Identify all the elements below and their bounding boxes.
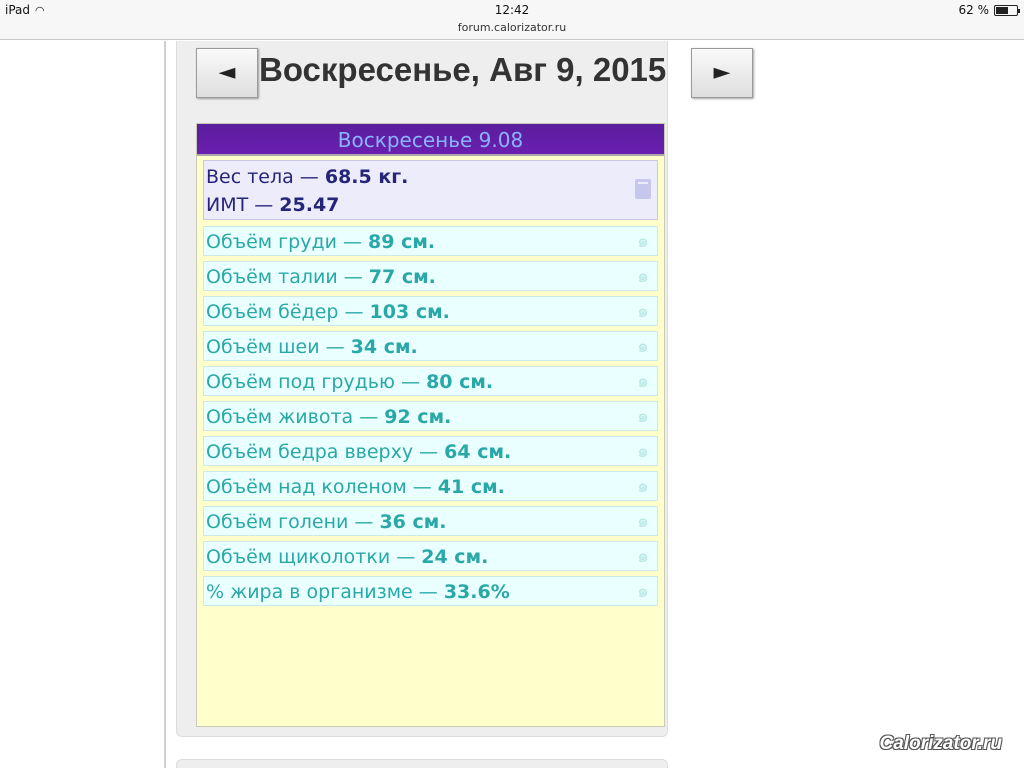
measurement-value: 36 см. bbox=[379, 511, 447, 533]
status-right: 62 % bbox=[958, 3, 1020, 17]
bmi-line: ИМТ — 25.47 bbox=[206, 191, 657, 219]
url-text: forum.calorizator.ru bbox=[457, 21, 567, 34]
left-column bbox=[0, 41, 166, 768]
measurement-value: 24 см. bbox=[421, 546, 489, 568]
measurement-label: Объём под грудью — bbox=[206, 371, 427, 393]
tape-measure-icon: ๑ bbox=[637, 406, 649, 427]
measurement-row[interactable]: Объём талии — 77 см. ๑ bbox=[203, 261, 658, 291]
weight-entry[interactable]: Вес тела — 68.5 кг. ИМТ — 25.47 bbox=[203, 160, 658, 220]
measurement-label: Объём щиколотки — bbox=[206, 546, 422, 568]
tape-measure-icon: ๑ bbox=[637, 336, 649, 357]
prev-day-button[interactable]: ◄ bbox=[196, 48, 258, 98]
tape-measure-icon: ๑ bbox=[637, 441, 649, 462]
clock: 12:42 bbox=[494, 3, 530, 17]
tape-measure-icon: ๑ bbox=[637, 371, 649, 392]
measurement-row[interactable]: Объём бедра вверху — 64 см. ๑ bbox=[203, 436, 658, 466]
tape-measure-icon: ๑ bbox=[637, 266, 649, 287]
calendar-panel: ◄ Воскресенье, Авг 9, 2015 ► Воскресенье… bbox=[176, 41, 753, 737]
watermark-logo: Calorizator.ru bbox=[879, 733, 1002, 754]
tape-measure-icon: ๑ bbox=[637, 511, 649, 532]
battery-icon bbox=[994, 4, 1020, 16]
measurement-row[interactable]: Объём бёдер — 103 см. ๑ bbox=[203, 296, 658, 326]
measurement-label: Объём бёдер — bbox=[206, 301, 370, 323]
tape-measure-icon: ๑ bbox=[637, 301, 649, 322]
weight-value: 68.5 кг. bbox=[324, 166, 409, 188]
battery-percent: 62 % bbox=[958, 3, 990, 17]
status-bar: iPad ◠ 12:42 62 % bbox=[0, 0, 1024, 20]
scale-icon bbox=[635, 179, 651, 199]
measurement-label: Объём живота — bbox=[206, 406, 385, 428]
address-bar[interactable]: forum.calorizator.ru bbox=[0, 20, 1024, 40]
measurement-value: 34 см. bbox=[350, 336, 418, 358]
measurement-value: 103 см. bbox=[369, 301, 450, 323]
measurement-value: 33.6% bbox=[443, 581, 510, 603]
date-title: Воскресенье, Авг 9, 2015 bbox=[259, 51, 667, 88]
measurement-label: Объём груди — bbox=[206, 231, 369, 253]
measurement-value: 92 см. bbox=[384, 406, 452, 428]
measurement-row[interactable]: Объём над коленом — 41 см. ๑ bbox=[203, 471, 658, 501]
measurement-label: Объём над коленом — bbox=[206, 476, 438, 498]
bmi-label: ИМТ — bbox=[206, 194, 280, 216]
measurement-row[interactable]: Объём груди — 89 см. ๑ bbox=[203, 226, 658, 256]
weight-line: Вес тела — 68.5 кг. bbox=[206, 163, 657, 191]
measurement-value: 80 см. bbox=[426, 371, 494, 393]
tape-measure-icon: ๑ bbox=[637, 231, 649, 252]
measurement-row[interactable]: % жира в организме — 33.6% ๑ bbox=[203, 576, 658, 606]
measurement-label: % жира в организме — bbox=[206, 581, 444, 603]
weight-label: Вес тела — bbox=[206, 166, 325, 188]
tape-measure-icon: ๑ bbox=[637, 546, 649, 567]
measurement-row[interactable]: Объём щиколотки — 24 см. ๑ bbox=[203, 541, 658, 571]
battery-level bbox=[996, 6, 1009, 14]
bmi-value: 25.47 bbox=[279, 194, 340, 216]
web-page: ◄ Воскресенье, Авг 9, 2015 ► Воскресенье… bbox=[0, 41, 1024, 768]
measurement-row[interactable]: Объём живота — 92 см. ๑ bbox=[203, 401, 658, 431]
main-content: ◄ Воскресенье, Авг 9, 2015 ► Воскресенье… bbox=[168, 41, 1024, 768]
measurement-value: 41 см. bbox=[437, 476, 505, 498]
measurement-row[interactable]: Объём под грудью — 80 см. ๑ bbox=[203, 366, 658, 396]
measurement-label: Объём бедра вверху — bbox=[206, 441, 445, 463]
diary-day-box: Воскресенье 9.08 Вес тела — 68.5 кг. ИМТ… bbox=[196, 123, 665, 727]
next-day-button[interactable]: ► bbox=[691, 48, 753, 98]
measurement-label: Объём голени — bbox=[206, 511, 380, 533]
tape-measure-icon: ๑ bbox=[637, 581, 649, 602]
tape-measure-icon: ๑ bbox=[637, 476, 649, 497]
measurement-row[interactable]: Объём шеи — 34 см. ๑ bbox=[203, 331, 658, 361]
measurement-row[interactable]: Объём голени — 36 см. ๑ bbox=[203, 506, 658, 536]
measurement-label: Объём шеи — bbox=[206, 336, 351, 358]
next-panel bbox=[176, 759, 668, 768]
measurement-label: Объём талии — bbox=[206, 266, 369, 288]
measurement-value: 64 см. bbox=[444, 441, 512, 463]
measurement-value: 77 см. bbox=[368, 266, 436, 288]
measurement-value: 89 см. bbox=[368, 231, 436, 253]
diary-day-header[interactable]: Воскресенье 9.08 bbox=[197, 124, 664, 156]
